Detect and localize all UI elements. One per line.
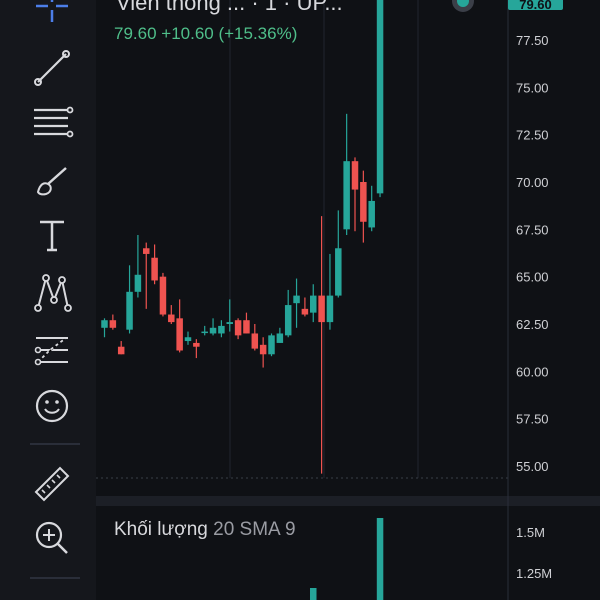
price-axis-label: 75.00 [516, 80, 549, 95]
candle-body [368, 200, 375, 228]
candle-body [168, 314, 175, 323]
candle-body [184, 337, 192, 342]
candle-body [318, 295, 325, 323]
chart-area[interactable]: 77.50 75.00 72.50 70.00 67.50 65.00 62.50 60.00… [96, 0, 600, 600]
price-change: 79.60 +10.60 (+15.36%) [114, 24, 298, 43]
candle-body [134, 274, 142, 292]
volume-title[interactable]: Khối lượng 20 SMA 9 [114, 519, 296, 541]
zoom-in-icon[interactable] [24, 516, 80, 560]
candle-body [101, 320, 108, 328]
volume-params: 20 SMA 9 [213, 519, 296, 540]
candlestick-chart[interactable]: 77.50 75.00 72.50 70.00 67.50 65.00 62.50 60.00… [96, 0, 600, 600]
price-axis-label: 77.50 [516, 33, 549, 48]
volume-axis-label: 1.25M [516, 566, 552, 581]
forecast-icon[interactable] [24, 328, 80, 372]
drawing-toolbar [0, 0, 96, 600]
last-price-tag: 79.60 [508, 0, 563, 12]
emoji-icon[interactable] [24, 384, 80, 428]
candle-body [360, 182, 367, 222]
volume-bar [310, 588, 317, 600]
text-icon[interactable] [24, 214, 80, 258]
candle-body [251, 333, 259, 349]
candle-body [376, 0, 384, 194]
candle-body [117, 346, 125, 355]
candle-body [218, 325, 225, 334]
candle-body [176, 318, 183, 351]
candle-body [126, 291, 133, 330]
candle-body [151, 257, 158, 281]
candle-body [335, 248, 342, 296]
volume-label: Khối lượng [114, 519, 208, 540]
candle-body [268, 335, 275, 355]
candle-body [234, 320, 242, 336]
brush-icon[interactable] [24, 158, 80, 202]
crosshair-icon[interactable] [24, 0, 80, 28]
pattern-icon[interactable] [24, 270, 80, 314]
price-axis-label: 57.50 [516, 412, 549, 427]
candle-body [284, 305, 292, 336]
candle-body [193, 342, 200, 347]
price-axis-label: 62.50 [516, 317, 549, 332]
trend-line-icon[interactable] [24, 46, 80, 90]
price-axis-label: 60.00 [516, 364, 549, 379]
candle-body [159, 276, 167, 315]
candle-body [209, 327, 217, 334]
candle-body [201, 331, 208, 334]
price-axis-label: 55.00 [516, 459, 549, 474]
ruler-icon[interactable] [24, 460, 80, 504]
price-axis-label: 67.50 [516, 222, 549, 237]
toolbar-divider [30, 443, 80, 445]
candle-body [143, 248, 150, 254]
toolbar-divider [30, 577, 80, 579]
pane-separator[interactable] [96, 496, 600, 506]
price-axis-label: 65.00 [516, 270, 549, 285]
candle-body [276, 333, 284, 343]
candle-body [343, 161, 350, 230]
volume-bar [376, 518, 384, 600]
candle-body [243, 320, 250, 334]
candle-body [301, 308, 309, 315]
candle-body [326, 295, 334, 323]
candle-body [109, 320, 117, 328]
candle-body [351, 161, 359, 190]
candle-body [293, 295, 300, 304]
candle-body [259, 344, 267, 355]
symbol-title[interactable]: Viễn thông ... · 1 · UP... [116, 0, 343, 16]
price-axis-label: 70.00 [516, 175, 549, 190]
candle-body [310, 295, 317, 313]
fib-lines-icon[interactable] [24, 100, 80, 144]
volume-axis-label: 1.5M [516, 525, 545, 540]
price-axis-label: 72.50 [516, 128, 549, 143]
candle-body [226, 322, 233, 324]
